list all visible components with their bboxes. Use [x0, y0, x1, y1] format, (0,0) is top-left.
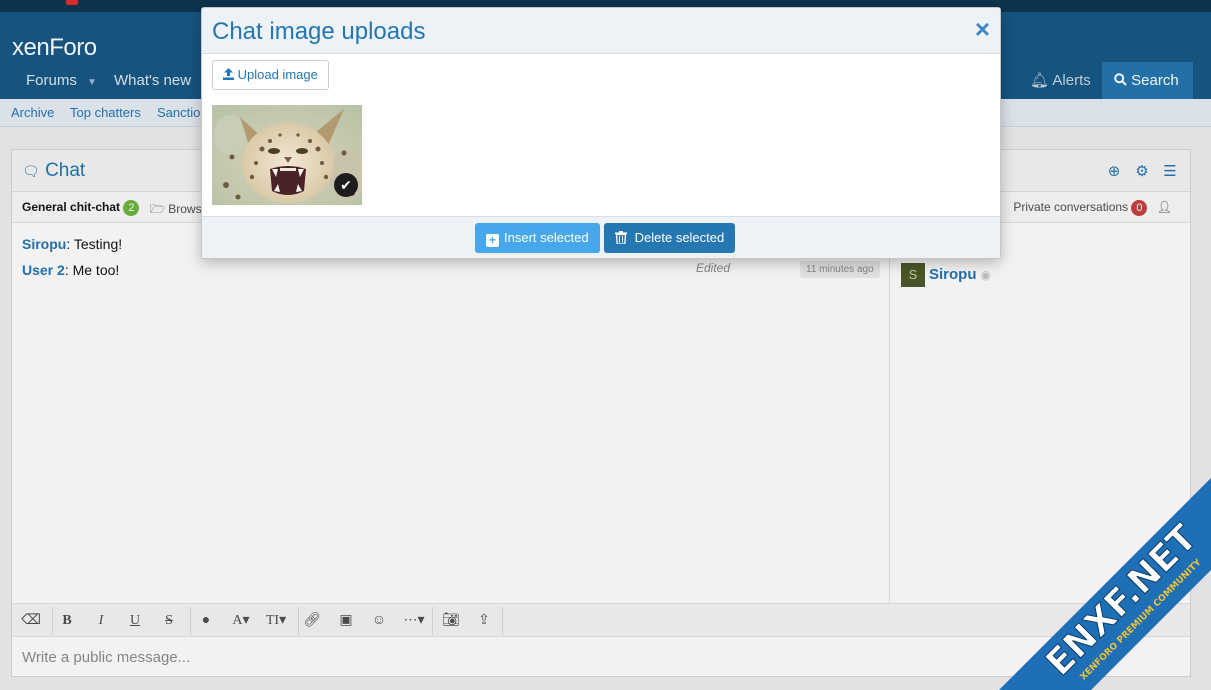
uploaded-image-thumbnail[interactable]: ✔ — [212, 105, 362, 205]
upload-icon — [223, 68, 234, 80]
plus-square-icon: + — [486, 234, 499, 247]
close-icon[interactable]: × — [975, 16, 990, 42]
chat-image-uploads-dialog: Chat image uploads × Upload image ✔ + In… — [201, 7, 1001, 259]
dialog-title: Chat image uploads — [212, 18, 426, 45]
enxf-watermark: ENXF.NET XENFORO PREMIUM COMMUNITY — [999, 478, 1211, 690]
delete-selected-button[interactable]: Delete selected — [604, 223, 736, 253]
selected-check-icon[interactable]: ✔ — [334, 173, 358, 197]
watermark-ribbon: ENXF.NET XENFORO PREMIUM COMMUNITY — [999, 478, 1211, 690]
trash-icon — [615, 231, 627, 245]
dialog-header: Chat image uploads × — [202, 8, 1000, 54]
upload-image-button[interactable]: Upload image — [212, 60, 329, 90]
dialog-footer: + Insert selected Delete selected — [202, 216, 1000, 258]
insert-selected-button[interactable]: + Insert selected — [475, 223, 600, 253]
